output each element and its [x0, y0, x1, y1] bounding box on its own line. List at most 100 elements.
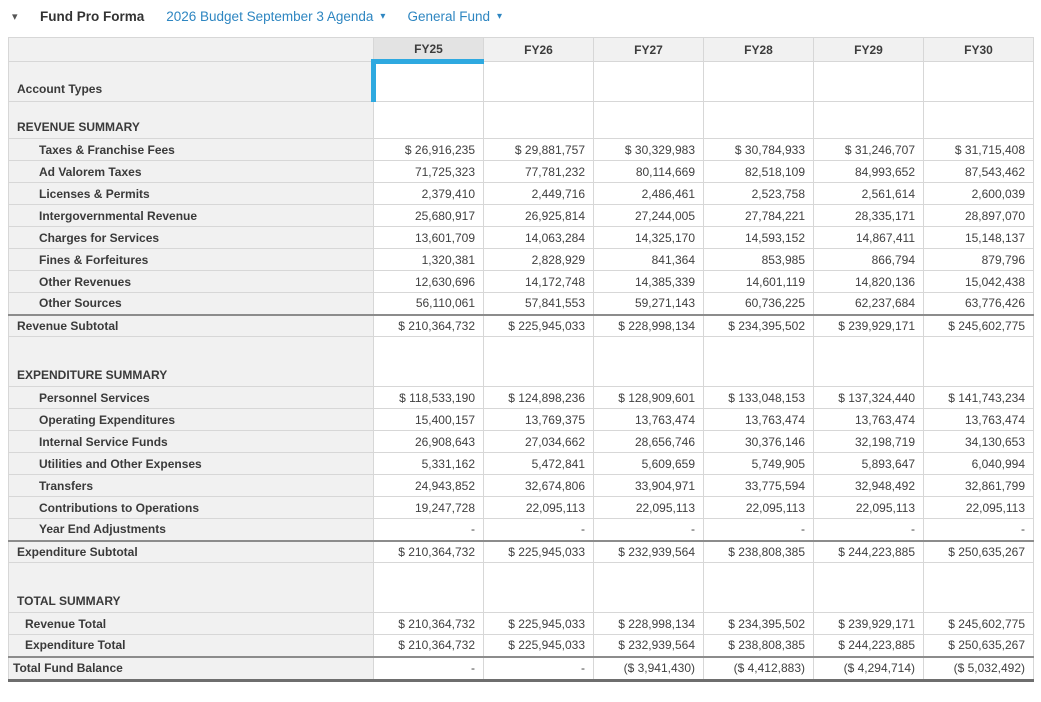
cell-fy27[interactable]: - — [594, 519, 704, 541]
cell-fy30[interactable]: 879,796 — [924, 249, 1034, 271]
cell-fy26[interactable]: - — [484, 519, 594, 541]
cell-fy26[interactable]: 57,841,553 — [484, 293, 594, 315]
cell-fy28[interactable] — [704, 62, 814, 102]
column-header-fy27[interactable]: FY27 — [594, 38, 704, 62]
cell-fy27[interactable]: 2,486,461 — [594, 183, 704, 205]
cell-fy30[interactable]: $ 245,602,775 — [924, 315, 1034, 337]
cell-fy25[interactable]: 25,680,917 — [374, 205, 484, 227]
cell-fy25[interactable]: 71,725,323 — [374, 161, 484, 183]
cell-fy28[interactable]: $ 133,048,153 — [704, 387, 814, 409]
cell-fy25[interactable] — [374, 337, 484, 387]
cell-fy28[interactable]: $ 238,808,385 — [704, 541, 814, 563]
cell-fy28[interactable]: 853,985 — [704, 249, 814, 271]
cell-fy26[interactable]: $ 124,898,236 — [484, 387, 594, 409]
cell-fy29[interactable]: 32,948,492 — [814, 475, 924, 497]
cell-fy26[interactable]: 5,472,841 — [484, 453, 594, 475]
cell-fy25[interactable]: 5,331,162 — [374, 453, 484, 475]
cell-fy27[interactable]: 33,904,971 — [594, 475, 704, 497]
cell-fy26[interactable]: 2,828,929 — [484, 249, 594, 271]
cell-fy25[interactable]: $ 210,364,732 — [374, 541, 484, 563]
cell-fy26[interactable] — [484, 62, 594, 102]
cell-fy29[interactable] — [814, 337, 924, 387]
cell-fy28[interactable]: $ 234,395,502 — [704, 315, 814, 337]
cell-fy27[interactable]: $ 128,909,601 — [594, 387, 704, 409]
budget-dropdown[interactable]: 2026 Budget September 3 Agenda ▾ — [166, 9, 385, 24]
cell-fy30[interactable]: 28,897,070 — [924, 205, 1034, 227]
cell-fy29[interactable] — [814, 102, 924, 139]
cell-fy27[interactable]: ($ 3,941,430) — [594, 657, 704, 681]
cell-fy28[interactable]: 5,749,905 — [704, 453, 814, 475]
cell-fy26[interactable]: - — [484, 657, 594, 681]
cell-fy27[interactable]: $ 30,329,983 — [594, 139, 704, 161]
cell-fy29[interactable]: ($ 4,294,714) — [814, 657, 924, 681]
cell-fy29[interactable] — [814, 62, 924, 102]
cell-fy26[interactable]: $ 225,945,033 — [484, 635, 594, 657]
cell-fy28[interactable]: 13,763,474 — [704, 409, 814, 431]
cell-fy30[interactable]: - — [924, 519, 1034, 541]
cell-fy25[interactable]: 26,908,643 — [374, 431, 484, 453]
cell-fy27[interactable]: 13,763,474 — [594, 409, 704, 431]
cell-fy25[interactable]: 13,601,709 — [374, 227, 484, 249]
cell-fy29[interactable]: 62,237,684 — [814, 293, 924, 315]
cell-fy29[interactable]: 28,335,171 — [814, 205, 924, 227]
cell-fy28[interactable]: $ 234,395,502 — [704, 613, 814, 635]
cell-fy26[interactable]: $ 225,945,033 — [484, 315, 594, 337]
cell-fy30[interactable]: 13,763,474 — [924, 409, 1034, 431]
cell-fy27[interactable]: 59,271,143 — [594, 293, 704, 315]
cell-fy26[interactable]: 2,449,716 — [484, 183, 594, 205]
cell-fy25[interactable] — [374, 563, 484, 613]
cell-fy28[interactable]: ($ 4,412,883) — [704, 657, 814, 681]
cell-fy29[interactable]: 32,198,719 — [814, 431, 924, 453]
cell-fy26[interactable]: 14,172,748 — [484, 271, 594, 293]
cell-fy26[interactable]: 32,674,806 — [484, 475, 594, 497]
cell-fy26[interactable]: 22,095,113 — [484, 497, 594, 519]
cell-fy30[interactable] — [924, 337, 1034, 387]
cell-fy30[interactable] — [924, 62, 1034, 102]
cell-fy28[interactable] — [704, 563, 814, 613]
cell-fy28[interactable]: 60,736,225 — [704, 293, 814, 315]
cell-fy25[interactable]: 2,379,410 — [374, 183, 484, 205]
cell-fy29[interactable]: $ 244,223,885 — [814, 635, 924, 657]
cell-fy29[interactable]: $ 239,929,171 — [814, 315, 924, 337]
cell-fy28[interactable]: 30,376,146 — [704, 431, 814, 453]
cell-fy25[interactable]: $ 210,364,732 — [374, 613, 484, 635]
cell-fy26[interactable] — [484, 563, 594, 613]
cell-fy28[interactable]: 2,523,758 — [704, 183, 814, 205]
cell-fy25[interactable]: $ 210,364,732 — [374, 635, 484, 657]
cell-fy30[interactable]: $ 141,743,234 — [924, 387, 1034, 409]
cell-fy27[interactable]: 27,244,005 — [594, 205, 704, 227]
cell-fy28[interactable]: $ 238,808,385 — [704, 635, 814, 657]
column-header-fy28[interactable]: FY28 — [704, 38, 814, 62]
cell-fy27[interactable]: 80,114,669 — [594, 161, 704, 183]
cell-fy27[interactable]: $ 228,998,134 — [594, 613, 704, 635]
cell-fy26[interactable]: $ 29,881,757 — [484, 139, 594, 161]
cell-fy25[interactable]: - — [374, 657, 484, 681]
cell-fy25[interactable]: 12,630,696 — [374, 271, 484, 293]
cell-fy26[interactable] — [484, 102, 594, 139]
cell-fy29[interactable]: $ 137,324,440 — [814, 387, 924, 409]
column-header-fy26[interactable]: FY26 — [484, 38, 594, 62]
cell-fy30[interactable]: 22,095,113 — [924, 497, 1034, 519]
cell-fy30[interactable]: $ 31,715,408 — [924, 139, 1034, 161]
cell-fy29[interactable]: 13,763,474 — [814, 409, 924, 431]
cell-fy27[interactable]: 841,364 — [594, 249, 704, 271]
cell-fy28[interactable]: 22,095,113 — [704, 497, 814, 519]
cell-fy30[interactable]: 6,040,994 — [924, 453, 1034, 475]
cell-fy28[interactable]: $ 30,784,933 — [704, 139, 814, 161]
cell-fy27[interactable]: 14,385,339 — [594, 271, 704, 293]
cell-fy29[interactable]: $ 244,223,885 — [814, 541, 924, 563]
cell-fy30[interactable] — [924, 563, 1034, 613]
cell-fy30[interactable]: $ 245,602,775 — [924, 613, 1034, 635]
cell-fy30[interactable] — [924, 102, 1034, 139]
cell-fy30[interactable]: 63,776,426 — [924, 293, 1034, 315]
cell-fy28[interactable]: 14,601,119 — [704, 271, 814, 293]
cell-fy30[interactable]: $ 250,635,267 — [924, 635, 1034, 657]
cell-fy25[interactable]: $ 26,916,235 — [374, 139, 484, 161]
cell-fy29[interactable]: 84,993,652 — [814, 161, 924, 183]
cell-fy30[interactable]: ($ 5,032,492) — [924, 657, 1034, 681]
cell-fy29[interactable] — [814, 563, 924, 613]
column-header-fy29[interactable]: FY29 — [814, 38, 924, 62]
cell-fy27[interactable]: $ 228,998,134 — [594, 315, 704, 337]
cell-fy28[interactable] — [704, 102, 814, 139]
fund-dropdown[interactable]: General Fund ▾ — [407, 9, 502, 24]
